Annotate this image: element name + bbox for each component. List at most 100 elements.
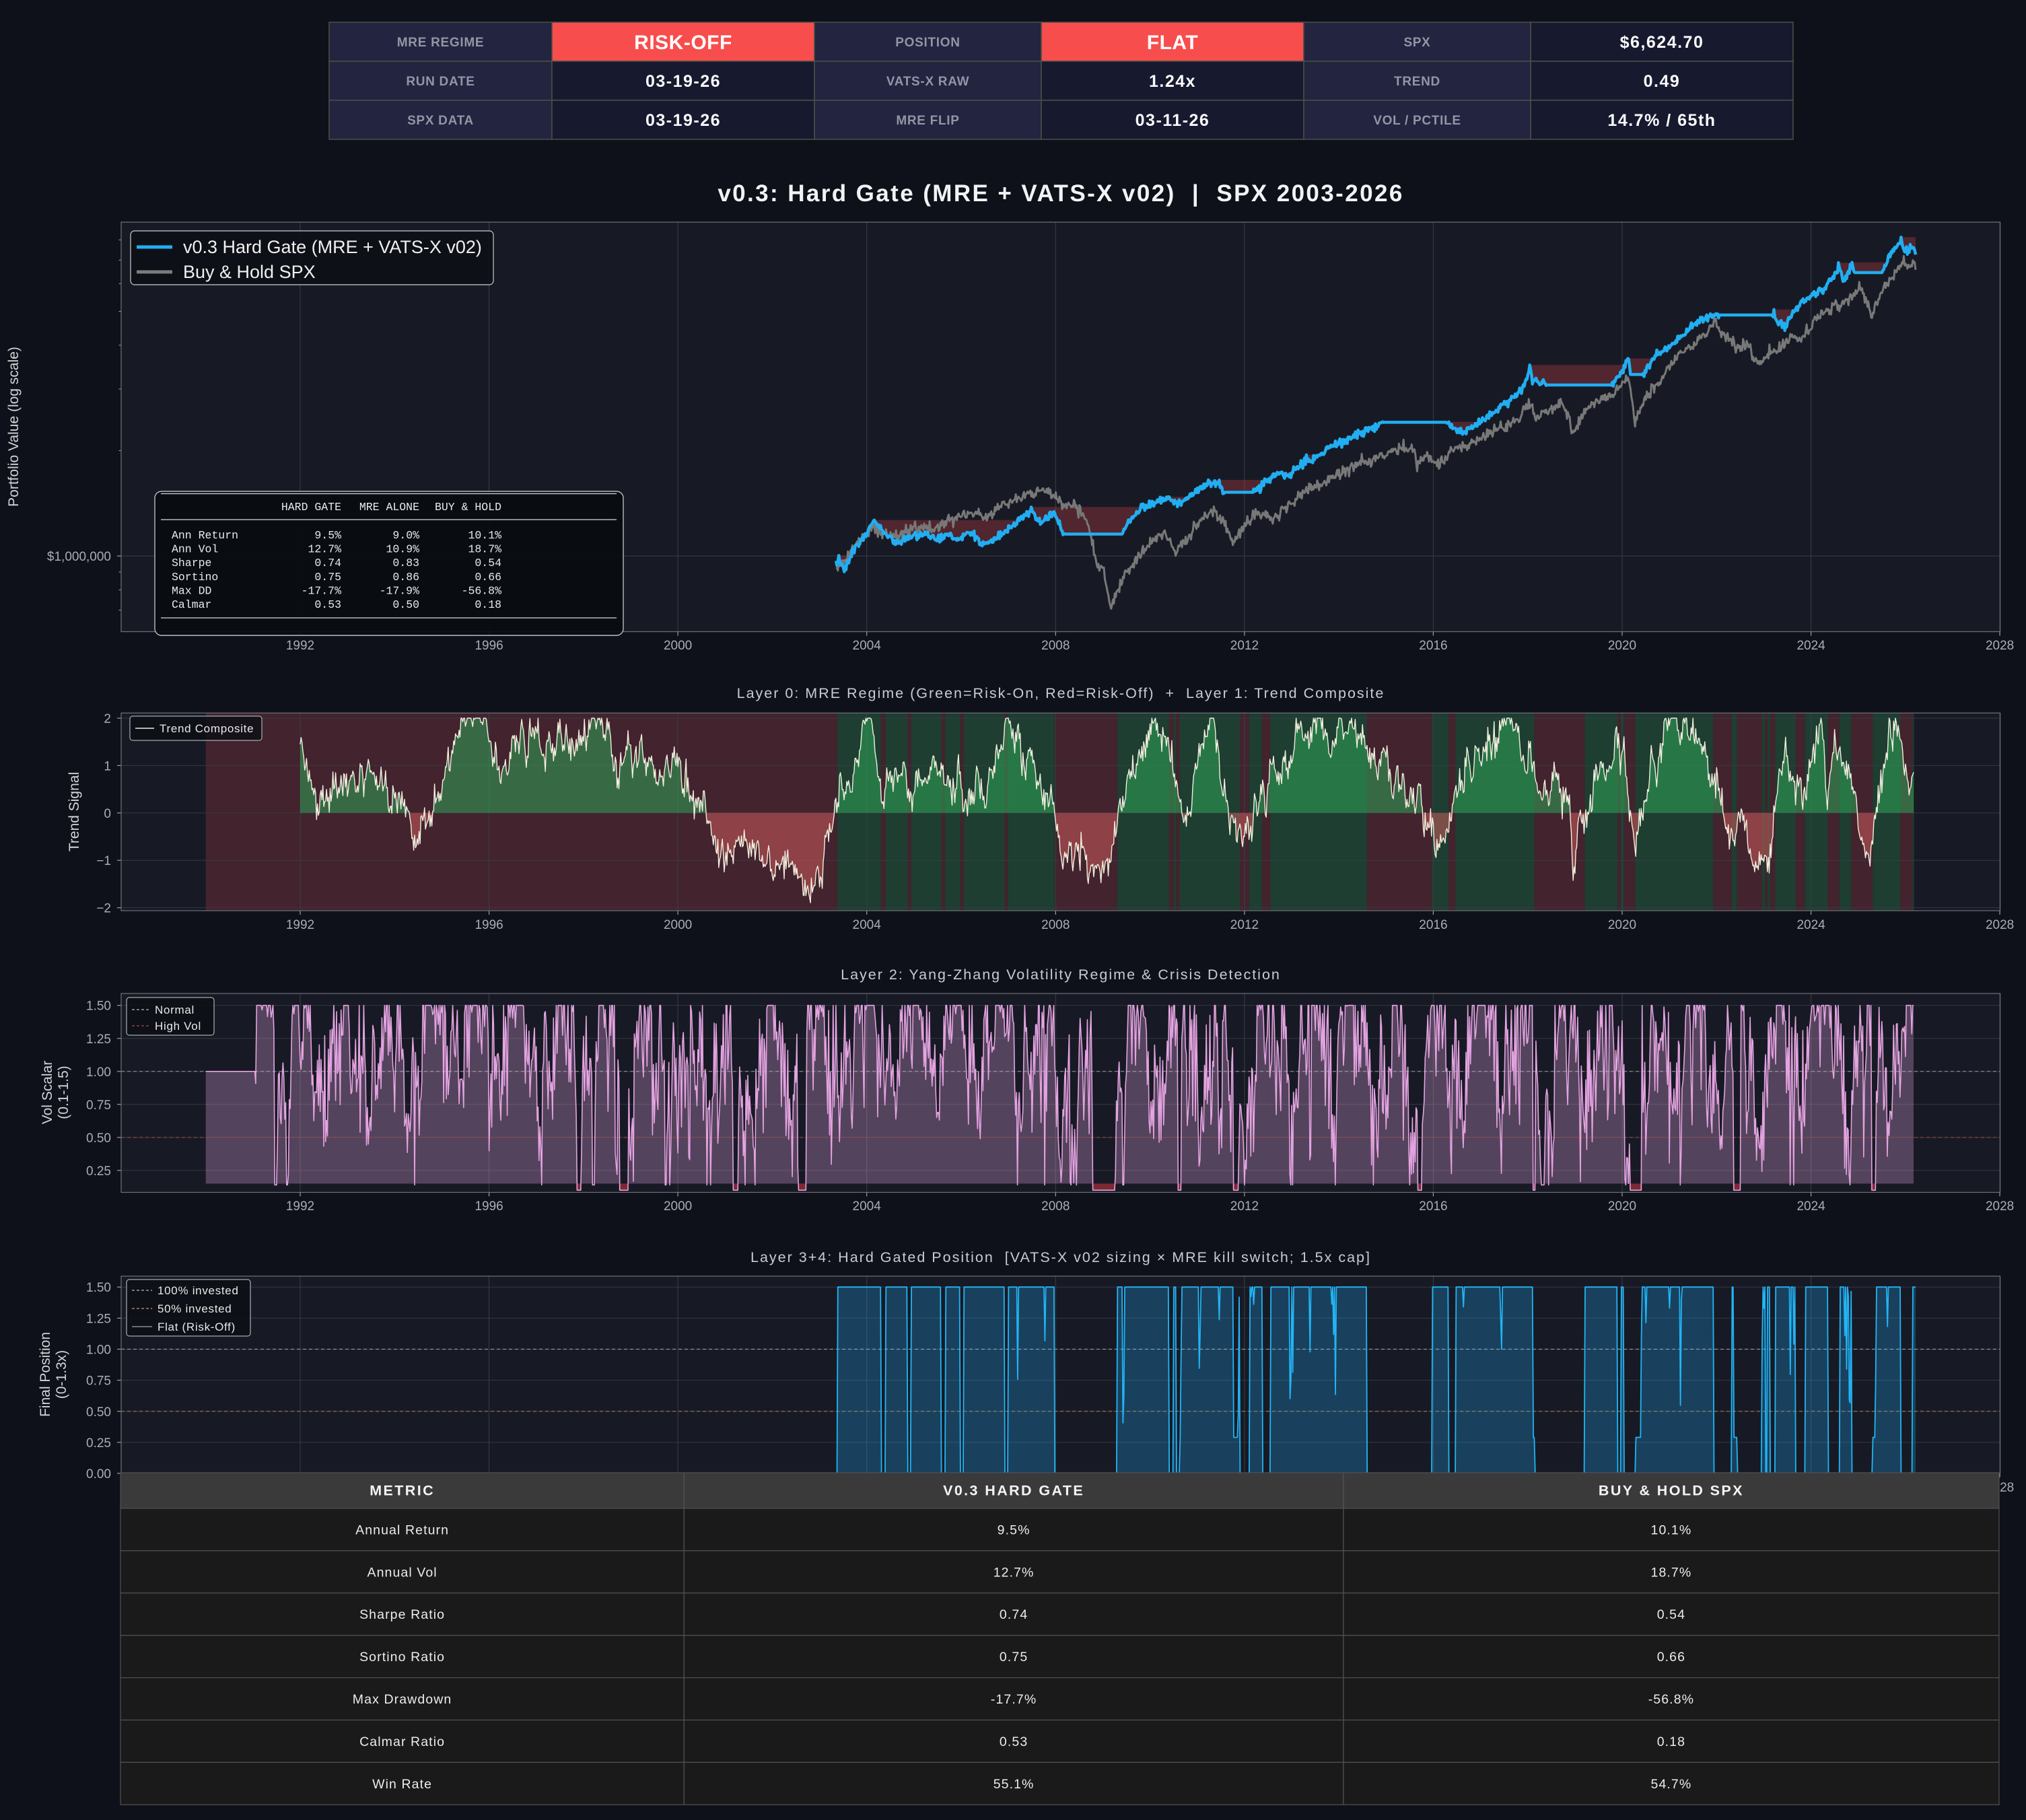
svg-text:Annual Vol: Annual Vol — [367, 1565, 437, 1580]
svg-text:2012: 2012 — [1230, 918, 1259, 932]
svg-text:METRIC: METRIC — [370, 1483, 435, 1499]
svg-text:1992: 1992 — [286, 918, 314, 932]
svg-text:0.74: 0.74 — [1000, 1607, 1028, 1622]
svg-text:−2: −2 — [96, 902, 111, 916]
svg-text:1.50: 1.50 — [86, 1000, 111, 1014]
svg-text:2004: 2004 — [853, 918, 882, 932]
svg-text:Buy & Hold SPX: Buy & Hold SPX — [183, 262, 316, 282]
svg-text:18.7%: 18.7% — [468, 543, 501, 556]
svg-text:54.7%: 54.7% — [1651, 1777, 1692, 1792]
svg-text:0.00: 0.00 — [86, 1467, 111, 1481]
svg-text:-17.7%: -17.7% — [302, 584, 342, 597]
svg-text:HARD GATE: HARD GATE — [281, 501, 341, 514]
svg-text:2024: 2024 — [1796, 639, 1825, 653]
svg-text:1996: 1996 — [475, 639, 503, 653]
svg-text:2008: 2008 — [1041, 918, 1070, 932]
svg-text:0.86: 0.86 — [392, 571, 419, 584]
svg-text:0.66: 0.66 — [475, 571, 501, 584]
svg-text:2016: 2016 — [1419, 918, 1447, 932]
svg-text:2000: 2000 — [664, 1199, 692, 1214]
svg-text:1992: 1992 — [286, 1199, 314, 1214]
svg-text:2004: 2004 — [853, 1199, 882, 1214]
svg-text:FLAT: FLAT — [1147, 32, 1198, 54]
svg-text:0.50: 0.50 — [392, 598, 419, 611]
svg-text:0.25: 0.25 — [86, 1436, 111, 1450]
svg-text:1.25: 1.25 — [86, 1032, 111, 1047]
svg-text:0.25: 0.25 — [86, 1164, 111, 1179]
svg-text:-56.8%: -56.8% — [1648, 1692, 1694, 1707]
svg-text:Trend Signal: Trend Signal — [67, 772, 82, 851]
svg-text:03-11-26: 03-11-26 — [1136, 111, 1210, 130]
svg-text:2004: 2004 — [853, 639, 882, 653]
svg-text:Max DD: Max DD — [172, 584, 212, 597]
svg-text:2028: 2028 — [1986, 1199, 2014, 1214]
svg-text:v0.3 Hard Gate (MRE + VATS-X v: v0.3 Hard Gate (MRE + VATS-X v02) — [183, 237, 482, 257]
svg-text:Ann Vol: Ann Vol — [172, 543, 218, 556]
svg-text:0.74: 0.74 — [314, 557, 341, 569]
svg-text:1.00: 1.00 — [86, 1065, 111, 1080]
svg-text:TREND: TREND — [1394, 75, 1440, 89]
svg-text:-56.8%: -56.8% — [462, 584, 502, 597]
svg-text:Ann Return: Ann Return — [172, 529, 238, 542]
svg-text:1996: 1996 — [475, 918, 503, 932]
svg-text:Sharpe: Sharpe — [172, 557, 211, 569]
svg-text:0.54: 0.54 — [1657, 1607, 1685, 1622]
svg-text:0.75: 0.75 — [1000, 1650, 1028, 1665]
svg-text:SPX DATA: SPX DATA — [407, 114, 474, 128]
svg-text:POSITION: POSITION — [895, 36, 960, 50]
svg-text:1.50: 1.50 — [86, 1281, 111, 1295]
svg-text:2016: 2016 — [1419, 639, 1447, 653]
svg-text:Calmar: Calmar — [172, 598, 211, 611]
svg-text:2012: 2012 — [1230, 639, 1259, 653]
svg-text:0.66: 0.66 — [1657, 1650, 1685, 1665]
svg-text:0.50: 0.50 — [86, 1405, 111, 1420]
svg-text:2020: 2020 — [1608, 1199, 1636, 1214]
svg-text:1.00: 1.00 — [86, 1343, 111, 1358]
svg-text:0.83: 0.83 — [392, 557, 419, 569]
svg-text:2024: 2024 — [1796, 918, 1825, 932]
svg-text:2: 2 — [104, 712, 111, 726]
svg-text:Vol Scalar: Vol Scalar — [40, 1061, 55, 1125]
svg-text:Calmar Ratio: Calmar Ratio — [359, 1735, 445, 1749]
svg-text:9.5%: 9.5% — [998, 1523, 1031, 1537]
svg-text:2028: 2028 — [1986, 918, 2014, 932]
svg-text:2008: 2008 — [1041, 639, 1070, 653]
svg-text:BUY & HOLD SPX: BUY & HOLD SPX — [1599, 1483, 1744, 1499]
svg-text:2016: 2016 — [1419, 1199, 1447, 1214]
svg-text:-17.7%: -17.7% — [991, 1692, 1037, 1707]
svg-text:0.75: 0.75 — [86, 1098, 111, 1113]
svg-text:0.49: 0.49 — [1644, 72, 1681, 91]
svg-text:0: 0 — [104, 807, 111, 821]
svg-text:14.7% / 65th: 14.7% / 65th — [1607, 111, 1716, 130]
svg-text:RISK-OFF: RISK-OFF — [634, 32, 732, 54]
svg-text:12.7%: 12.7% — [993, 1565, 1035, 1580]
svg-text:0.18: 0.18 — [1657, 1735, 1685, 1749]
svg-text:2008: 2008 — [1041, 1199, 1070, 1214]
svg-text:Sharpe Ratio: Sharpe Ratio — [359, 1607, 445, 1622]
svg-text:Sortino Ratio: Sortino Ratio — [359, 1650, 445, 1665]
svg-text:-17.9%: -17.9% — [380, 584, 420, 597]
svg-text:18.7%: 18.7% — [1651, 1565, 1692, 1580]
svg-text:03-19-26: 03-19-26 — [645, 111, 721, 130]
svg-text:2028: 2028 — [1986, 639, 2014, 653]
svg-text:Final Position: Final Position — [38, 1332, 53, 1417]
svg-text:0.53: 0.53 — [1000, 1735, 1028, 1749]
svg-text:Layer 0: MRE Regime (Green=Ris: Layer 0: MRE Regime (Green=Risk-On, Red=… — [737, 685, 1385, 701]
svg-text:$6,624.70: $6,624.70 — [1620, 33, 1704, 52]
svg-text:Layer 3+4: Hard Gated Position: Layer 3+4: Hard Gated Position [VATS-X v… — [750, 1249, 1371, 1265]
svg-text:2000: 2000 — [664, 639, 692, 653]
svg-text:2020: 2020 — [1608, 918, 1636, 932]
svg-text:BUY & HOLD: BUY & HOLD — [435, 501, 501, 514]
svg-text:1996: 1996 — [475, 1199, 503, 1214]
svg-text:0.75: 0.75 — [86, 1374, 111, 1389]
svg-text:Win Rate: Win Rate — [372, 1777, 432, 1792]
svg-text:Normal: Normal — [155, 1004, 195, 1016]
svg-text:0.50: 0.50 — [86, 1131, 111, 1146]
svg-text:Layer 2: Yang-Zhang Volatility: Layer 2: Yang-Zhang Volatility Regime & … — [841, 967, 1281, 983]
svg-text:Sortino: Sortino — [172, 571, 218, 584]
svg-text:12.7%: 12.7% — [308, 543, 341, 556]
svg-text:10.1%: 10.1% — [1651, 1523, 1692, 1537]
svg-text:2024: 2024 — [1796, 1199, 1825, 1214]
svg-text:SPX: SPX — [1403, 36, 1430, 50]
svg-text:9.5%: 9.5% — [314, 529, 341, 542]
